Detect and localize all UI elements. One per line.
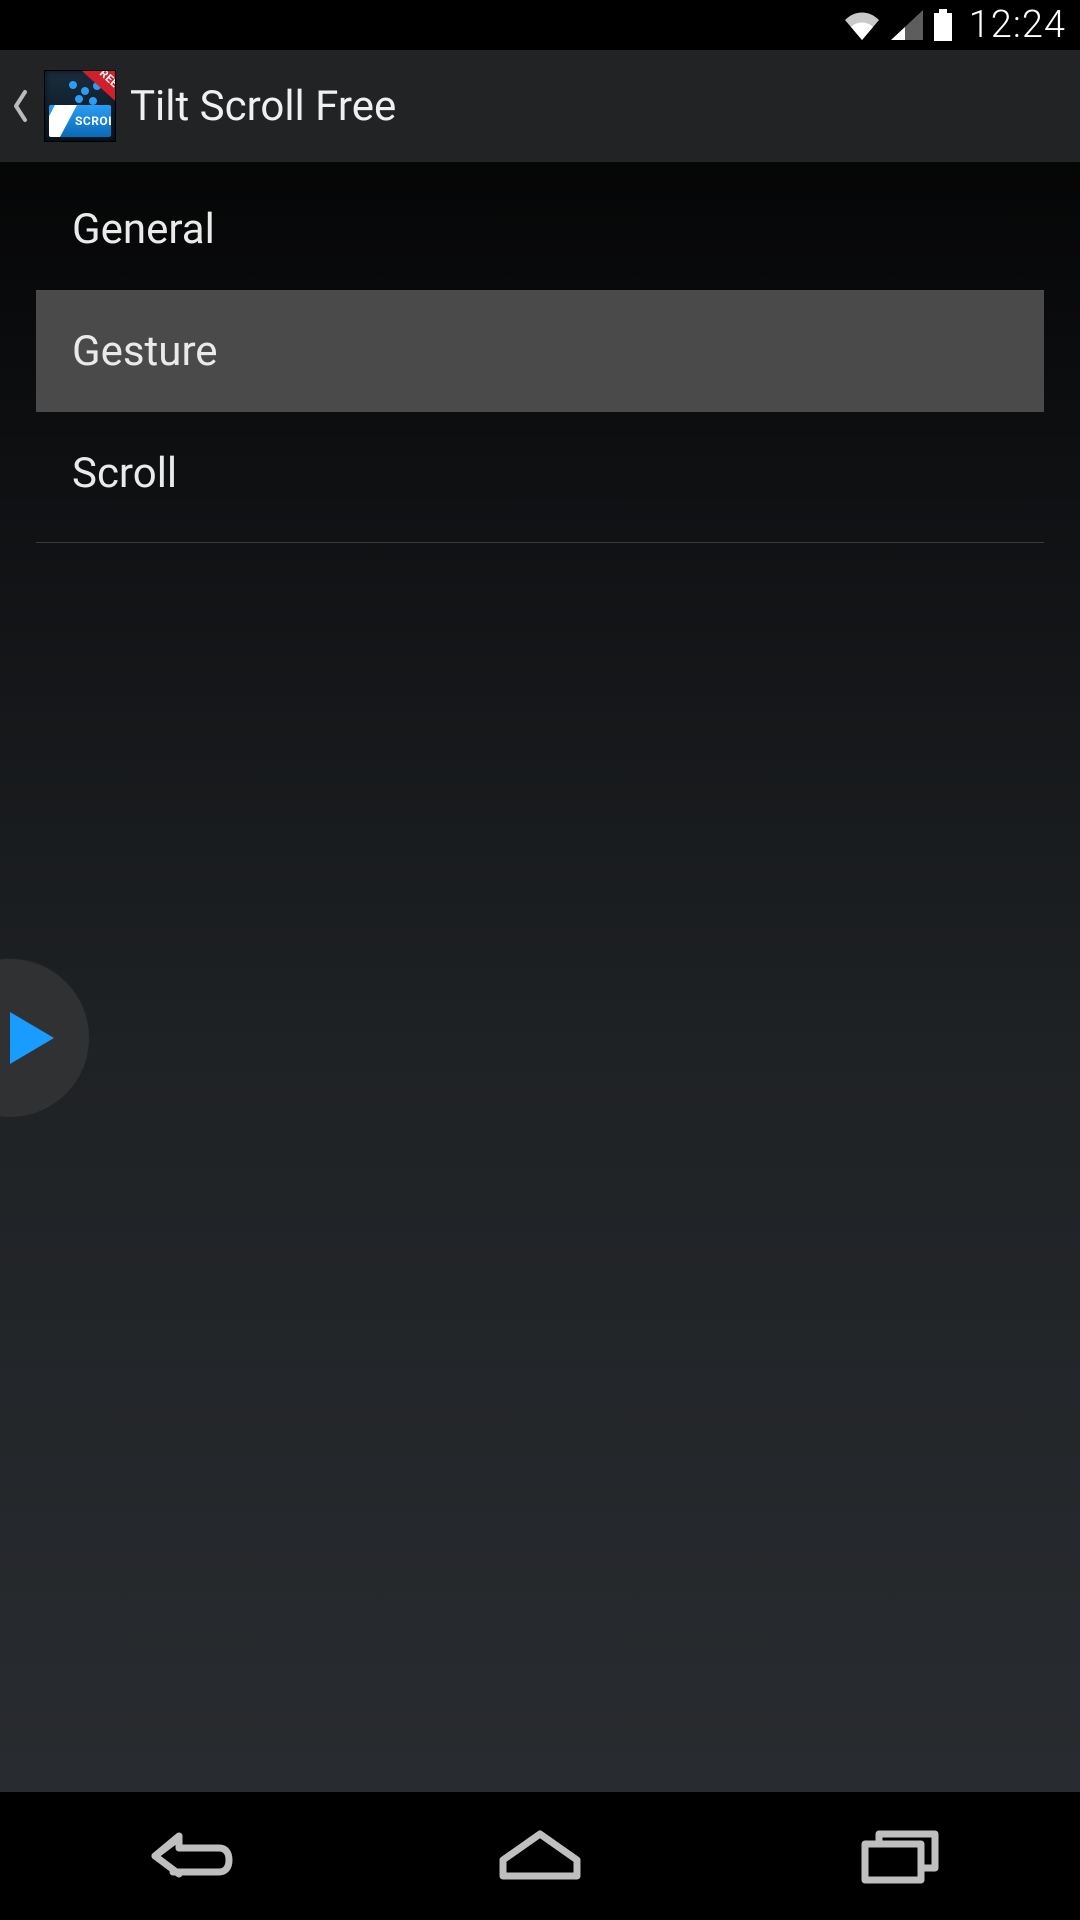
cellular-signal-icon	[891, 10, 923, 40]
status-bar: 12:24	[0, 0, 1080, 50]
wifi-icon	[843, 10, 881, 40]
scroll-plate: SCROLL	[49, 105, 111, 137]
settings-item-scroll[interactable]: Scroll	[36, 412, 1044, 534]
settings-item-label: General	[72, 205, 215, 254]
back-icon	[125, 1826, 235, 1886]
recents-icon	[855, 1826, 945, 1886]
up-caret-icon[interactable]	[10, 88, 30, 124]
app-icon: FREE SCROLL	[44, 70, 116, 142]
settings-item-gesture[interactable]: Gesture	[36, 290, 1044, 412]
scroll-plate-text: SCROLL	[75, 114, 111, 128]
page-title: Tilt Scroll Free	[130, 82, 396, 131]
navigation-bar	[0, 1792, 1080, 1920]
settings-item-general[interactable]: General	[36, 168, 1044, 290]
action-bar[interactable]: FREE SCROLL Tilt Scroll Free	[0, 50, 1080, 162]
nav-back-button[interactable]	[80, 1792, 280, 1920]
battery-icon	[933, 9, 953, 41]
play-icon	[6, 1010, 56, 1066]
home-icon	[495, 1826, 585, 1886]
settings-item-label: Scroll	[72, 449, 177, 498]
nav-recents-button[interactable]	[800, 1792, 1000, 1920]
nav-home-button[interactable]	[440, 1792, 640, 1920]
settings-list: General Gesture Scroll	[0, 162, 1080, 543]
list-divider	[36, 542, 1044, 543]
settings-item-label: Gesture	[72, 327, 218, 376]
play-button[interactable]	[0, 958, 90, 1118]
status-clock: 12:24	[969, 3, 1066, 47]
